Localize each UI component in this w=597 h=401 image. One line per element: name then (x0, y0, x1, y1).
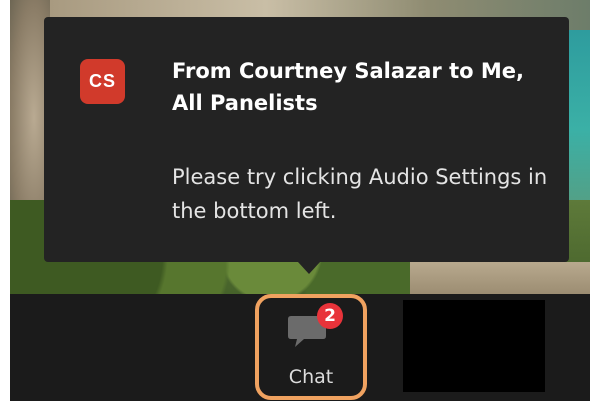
chat-button[interactable]: 2 Chat (255, 294, 367, 400)
meeting-window: CS From Courtney Salazar to Me, All Pane… (10, 0, 590, 401)
self-video-tile[interactable] (403, 300, 545, 392)
chat-button-label: Chat (288, 366, 334, 388)
unread-count-badge: 2 (317, 303, 343, 329)
background-path (410, 262, 590, 294)
chat-notification-popup[interactable]: CS From Courtney Salazar to Me, All Pane… (44, 17, 569, 262)
sender-avatar: CS (80, 59, 125, 104)
notification-message: Please try clicking Audio Settings in th… (172, 165, 548, 223)
notification-sender: From Courtney Salazar to Me, All Panelis… (172, 59, 524, 115)
popup-pointer (298, 262, 320, 274)
meeting-toolbar: 2 Chat (10, 294, 590, 401)
